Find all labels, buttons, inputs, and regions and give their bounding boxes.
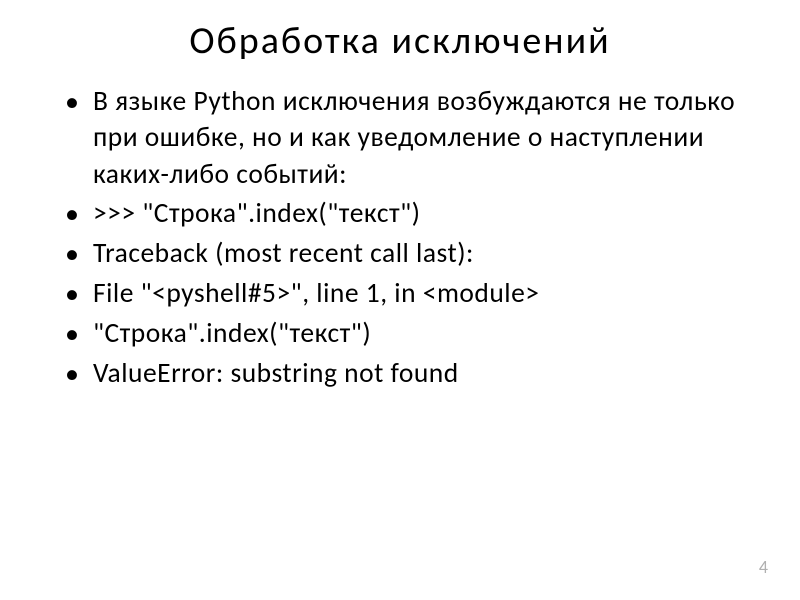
bullet-item: • В языке Python исключения возбуждаются…	[65, 84, 762, 193]
bullet-marker: •	[65, 84, 79, 121]
bullet-marker: •	[65, 236, 79, 273]
bullet-marker: •	[65, 356, 79, 393]
bullet-marker: •	[65, 196, 79, 233]
bullet-text: ValueError: substring not found	[93, 356, 459, 392]
bullet-text: "Строка".index("текст")	[93, 316, 371, 352]
bullet-text: File "<pyshell#5>", line 1, in <module>	[93, 276, 540, 312]
slide-title: Обработка исключений	[0, 0, 800, 84]
bullet-marker: •	[65, 276, 79, 313]
page-number: 4	[759, 556, 768, 578]
bullet-item: • Traceback (most recent call last):	[65, 236, 762, 273]
bullet-item: • ValueError: substring not found	[65, 356, 762, 393]
bullet-marker: •	[65, 316, 79, 353]
bullet-text: В языке Python исключения возбуждаются н…	[93, 84, 762, 193]
bullet-text: Traceback (most recent call last):	[93, 236, 474, 272]
bullet-item: • >>> "Строка".index("текст")	[65, 196, 762, 233]
slide-content: • В языке Python исключения возбуждаются…	[0, 84, 800, 393]
bullet-item: • "Строка".index("текст")	[65, 316, 762, 353]
bullet-item: • File "<pyshell#5>", line 1, in <module…	[65, 276, 762, 313]
bullet-text: >>> "Строка".index("текст")	[93, 196, 421, 232]
